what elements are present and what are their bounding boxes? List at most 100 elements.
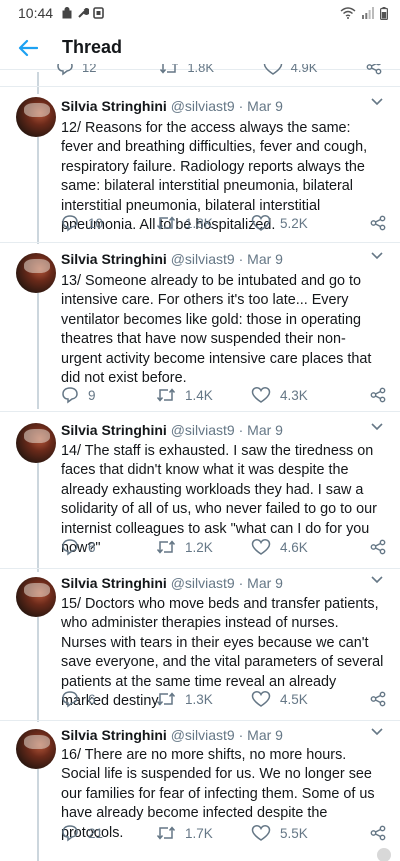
author-name[interactable]: Silvia Stringhini bbox=[61, 727, 167, 743]
chevron-down-icon[interactable] bbox=[370, 727, 384, 737]
reply-button[interactable]: 10 bbox=[61, 214, 156, 232]
status-bar: 10:44 bbox=[0, 0, 400, 26]
retweet-button[interactable]: 1.3K bbox=[156, 690, 251, 708]
author-name[interactable]: Silvia Stringhini bbox=[61, 422, 167, 438]
avatar[interactable] bbox=[16, 97, 56, 137]
separator: · bbox=[238, 251, 244, 267]
reply-button[interactable]: 9 bbox=[61, 386, 156, 404]
chevron-down-icon[interactable] bbox=[370, 251, 384, 261]
like-button[interactable]: 4.5K bbox=[251, 690, 351, 708]
battery-icon bbox=[380, 6, 388, 20]
chevron-down-icon[interactable] bbox=[370, 422, 384, 432]
reply-button[interactable]: 6 bbox=[61, 690, 156, 708]
wrench-icon bbox=[77, 7, 90, 19]
tweet-text: 13/ Someone already to be intubated and … bbox=[61, 273, 372, 387]
share-icon bbox=[370, 215, 386, 231]
reply-count: 6 bbox=[88, 539, 96, 555]
avatar[interactable] bbox=[16, 577, 56, 617]
tweet[interactable]: Silvia Stringhini @silviast9 · Mar 9 15/… bbox=[0, 568, 400, 720]
retweet-count: 1.2K bbox=[185, 539, 213, 555]
like-button[interactable]: 5.5K bbox=[251, 824, 351, 842]
share-button[interactable] bbox=[370, 215, 386, 231]
like-button[interactable]: 5.2K bbox=[251, 214, 351, 232]
tweet-date: Mar 9 bbox=[247, 575, 283, 591]
retweet-button[interactable]: 1.2K bbox=[156, 538, 251, 556]
separator: · bbox=[238, 575, 244, 591]
author-name[interactable]: Silvia Stringhini bbox=[61, 575, 167, 591]
retweet-button[interactable]: 1.4K bbox=[156, 386, 251, 404]
separator: · bbox=[238, 422, 244, 438]
share-button[interactable] bbox=[370, 387, 386, 403]
prev-share-button[interactable] bbox=[366, 64, 386, 76]
tweet[interactable]: Silvia Stringhini @silviast9 · Mar 9 12/… bbox=[0, 86, 400, 242]
tweet[interactable]: Silvia Stringhini @silviast9 · Mar 9 13/… bbox=[0, 242, 400, 411]
retweet-icon bbox=[156, 214, 176, 232]
reply-button[interactable]: 6 bbox=[61, 538, 156, 556]
reply-icon bbox=[61, 214, 79, 232]
back-button[interactable] bbox=[0, 39, 56, 57]
retweet-button[interactable]: 1.7K bbox=[156, 824, 251, 842]
like-count: 5.5K bbox=[280, 825, 308, 841]
tweet-actions: 21 1.7K 5.5K bbox=[61, 823, 386, 843]
screenshot-icon bbox=[93, 7, 104, 19]
author-handle: @silviast9 bbox=[170, 575, 235, 591]
tweet-header: Silvia Stringhini @silviast9 · Mar 9 bbox=[61, 575, 370, 591]
prev-retweet-button[interactable]: 1.8K bbox=[159, 64, 262, 76]
share-button[interactable] bbox=[370, 539, 386, 555]
separator: · bbox=[238, 98, 244, 114]
tweet-date: Mar 9 bbox=[247, 98, 283, 114]
author-name[interactable]: Silvia Stringhini bbox=[61, 251, 167, 267]
like-button[interactable]: 4.6K bbox=[251, 538, 351, 556]
page-title: Thread bbox=[62, 37, 123, 57]
tweet-actions: 6 1.2K 4.6K bbox=[61, 537, 386, 557]
bag-icon bbox=[61, 7, 73, 19]
reply-icon bbox=[61, 538, 79, 556]
author-handle: @silviast9 bbox=[170, 98, 235, 114]
author-name[interactable]: Silvia Stringhini bbox=[61, 98, 167, 114]
tweet-actions: 10 1.8K 5.2K bbox=[61, 213, 386, 233]
share-button[interactable] bbox=[370, 691, 386, 707]
chevron-down-icon[interactable] bbox=[370, 97, 384, 107]
retweet-count: 1.7K bbox=[185, 825, 213, 841]
reply-button[interactable]: 21 bbox=[61, 824, 156, 842]
tweet[interactable]: Silvia Stringhini @silviast9 · Mar 9 16/… bbox=[0, 720, 400, 861]
scroll-up-button[interactable] bbox=[377, 848, 391, 861]
prev-like-button[interactable]: 4.9K bbox=[263, 64, 366, 76]
reply-count: 10 bbox=[88, 215, 104, 231]
prev-like-count: 4.9K bbox=[290, 64, 318, 75]
retweet-button[interactable]: 1.8K bbox=[156, 214, 251, 232]
tweet[interactable]: Silvia Stringhini @silviast9 · Mar 9 14/… bbox=[0, 411, 400, 568]
wifi-icon bbox=[340, 7, 356, 19]
reply-count: 9 bbox=[88, 387, 96, 403]
avatar[interactable] bbox=[16, 423, 56, 463]
retweet-icon bbox=[156, 690, 176, 708]
separator: · bbox=[238, 727, 244, 743]
share-icon bbox=[370, 825, 386, 841]
retweet-icon bbox=[159, 64, 179, 76]
tweet-header: Silvia Stringhini @silviast9 · Mar 9 bbox=[61, 251, 370, 267]
share-icon bbox=[366, 64, 382, 75]
prev-reply-count: 12 bbox=[82, 64, 97, 75]
heart-icon bbox=[251, 690, 271, 708]
like-button[interactable]: 4.3K bbox=[251, 386, 351, 404]
tweet-actions: 9 1.4K 4.3K bbox=[61, 385, 386, 405]
retweet-icon bbox=[156, 824, 176, 842]
retweet-count: 1.8K bbox=[185, 215, 213, 231]
avatar[interactable] bbox=[16, 729, 56, 769]
prev-reply-button[interactable]: 12 bbox=[56, 64, 159, 76]
like-count: 4.6K bbox=[280, 539, 308, 555]
chevron-down-icon[interactable] bbox=[370, 575, 384, 585]
heart-icon bbox=[251, 824, 271, 842]
heart-icon bbox=[263, 64, 283, 76]
tweet-date: Mar 9 bbox=[247, 251, 283, 267]
arrow-left-icon bbox=[18, 39, 38, 56]
tweet-header: Silvia Stringhini @silviast9 · Mar 9 bbox=[61, 422, 370, 438]
retweet-icon bbox=[156, 538, 176, 556]
tweet-actions: 6 1.3K 4.5K bbox=[61, 689, 386, 709]
share-icon bbox=[370, 387, 386, 403]
tweet-date: Mar 9 bbox=[247, 727, 283, 743]
share-icon bbox=[370, 691, 386, 707]
avatar[interactable] bbox=[16, 253, 56, 293]
share-button[interactable] bbox=[370, 825, 386, 841]
reply-icon bbox=[56, 64, 74, 76]
